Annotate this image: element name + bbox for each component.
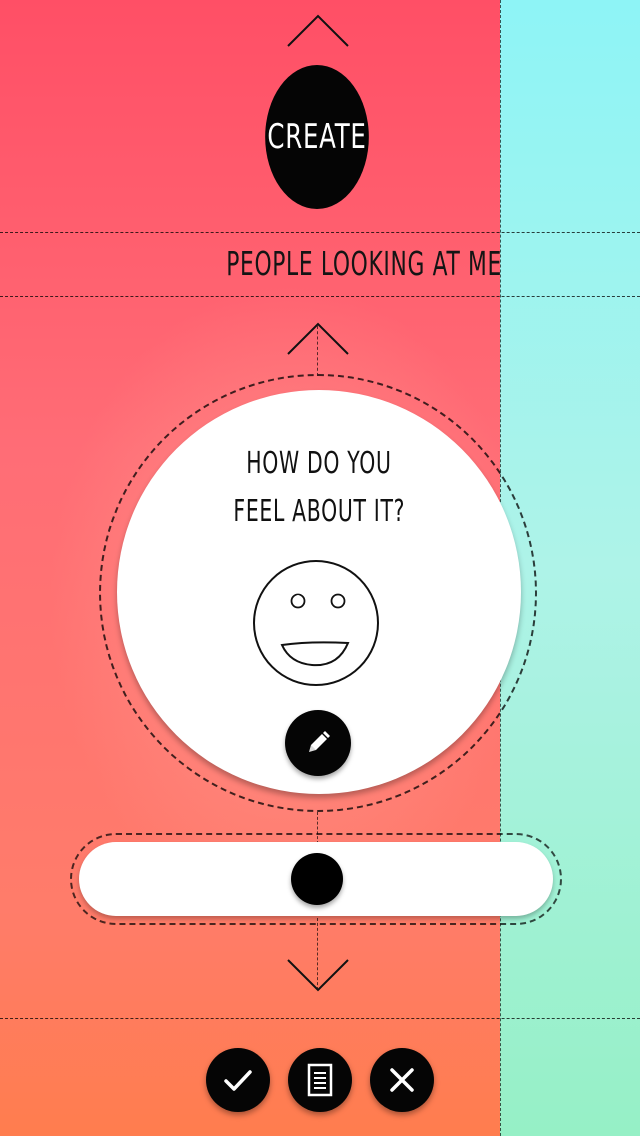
header-divider-bottom	[0, 296, 640, 297]
section-title: PEOPLE LOOKING AT ME	[226, 244, 502, 283]
confirm-button[interactable]	[206, 1048, 270, 1112]
checkmark-icon	[224, 1070, 252, 1091]
create-button[interactable]: CREATE	[265, 65, 369, 209]
pencil-icon	[309, 731, 330, 752]
cancel-button[interactable]	[370, 1048, 434, 1112]
smiley-face-icon	[253, 560, 379, 686]
header-divider-top	[0, 232, 640, 233]
feeling-slider[interactable]	[79, 842, 553, 916]
question-text-2: FEEL ABOUT IT?	[233, 494, 405, 529]
question-line-2: FEEL ABOUT IT?	[117, 494, 521, 529]
close-icon	[390, 1068, 414, 1092]
question-text-1: HOW DO YOU	[246, 446, 392, 481]
chevron-up-icon[interactable]	[286, 322, 350, 356]
footer-divider	[0, 1018, 640, 1019]
question-card: HOW DO YOU FEEL ABOUT IT?	[117, 390, 521, 794]
slider-thumb[interactable]	[291, 853, 343, 905]
notes-button[interactable]	[288, 1048, 352, 1112]
edit-button[interactable]	[285, 710, 351, 776]
question-line-1: HOW DO YOU	[117, 446, 521, 481]
document-icon	[307, 1063, 333, 1097]
chevron-up-icon[interactable]	[286, 14, 350, 48]
chevron-down-icon[interactable]	[286, 958, 350, 992]
